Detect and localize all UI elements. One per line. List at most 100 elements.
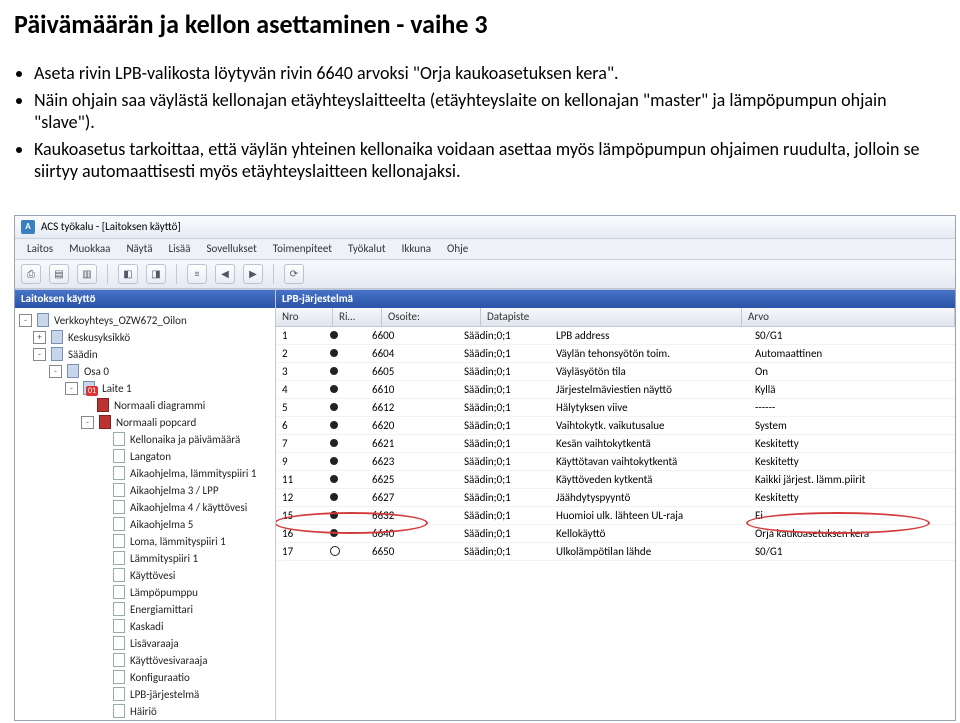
tool-btn-4[interactable]: ◧: [118, 264, 138, 284]
tree-row[interactable]: Konfiguraatio: [15, 669, 275, 686]
tree-row[interactable]: Lämpöpumppu: [15, 584, 275, 601]
tree-expander: [97, 536, 108, 547]
cell-osoite: 6627: [366, 491, 458, 504]
cell-osoite: 6625: [366, 473, 458, 486]
menu-item[interactable]: Ohje: [439, 240, 476, 257]
tree-row[interactable]: Lämmityspiiri 1: [15, 550, 275, 567]
tree-expander[interactable]: -: [33, 348, 46, 361]
tree-row[interactable]: Käyttövesi: [15, 567, 275, 584]
grid-body[interactable]: 16600Säädin;0;1LPB addressS0/G126604Sääd…: [276, 327, 955, 720]
grid-row[interactable]: 76621Säädin;0;1Kesän vaihtokytkentäKeski…: [276, 435, 955, 453]
grid-header: Nro Ri… Osoite: Datapiste Arvo: [276, 308, 955, 327]
menu-item[interactable]: Laitos: [19, 240, 61, 257]
tree-view[interactable]: - Verkkoyhteys_OZW672_Oilon +Keskusyksikkö…: [15, 308, 275, 720]
cell-address: Säädin;0;1: [458, 473, 550, 486]
tree-row[interactable]: +Keskusyksikkö: [15, 329, 275, 346]
tree-row[interactable]: -Normaali popcard: [15, 414, 275, 431]
tool-btn-3[interactable]: ▥: [77, 264, 97, 284]
tree-expander: [97, 706, 108, 717]
tree-pane: Laitoksen käyttö - Verkkoyhteys_OZW672_Oi…: [15, 290, 276, 720]
menu-item[interactable]: Muokkaa: [61, 240, 118, 257]
tree-label: Aikaohjelma, lämmityspiiri 1: [130, 467, 256, 480]
refresh-icon[interactable]: ⟳: [284, 264, 304, 284]
grid-row[interactable]: 156632Säädin;0;1Huomioi ulk. lähteen UL-…: [276, 507, 955, 525]
tree-expander[interactable]: -: [49, 365, 62, 378]
tree-row[interactable]: Aikaohjelma 3 / LPP: [15, 482, 275, 499]
tree-expander[interactable]: -: [65, 382, 78, 395]
page-icon: [112, 620, 126, 632]
back-icon[interactable]: ◀: [215, 264, 235, 284]
tree-row[interactable]: Kellonaika ja päivämäärä: [15, 431, 275, 448]
tree-expander: [97, 502, 108, 513]
tree-row[interactable]: -Säädin: [15, 346, 275, 363]
cell-arvo: ------: [749, 401, 955, 414]
tree-row[interactable]: - Verkkoyhteys_OZW672_Oilon: [15, 312, 275, 329]
tool-btn-5[interactable]: ◨: [146, 264, 166, 284]
tree-row[interactable]: Aikaohjelma, lämmityspiiri 1: [15, 465, 275, 482]
tree-row[interactable]: -Osa 0: [15, 363, 275, 380]
menu-item[interactable]: Työkalut: [340, 240, 394, 257]
page-icon: [112, 501, 126, 513]
tree-expander[interactable]: -: [19, 314, 32, 327]
tree-expander[interactable]: -: [81, 416, 94, 429]
tree-expander: [97, 655, 108, 666]
tree-row[interactable]: Aikaohjelma 5: [15, 516, 275, 533]
dev-icon: [50, 348, 64, 360]
grid-row[interactable]: 176650Säädin;0;1Ulkolämpötilan lähdeS0/G…: [276, 543, 955, 561]
tree-label: Aikaohjelma 4 / käyttövesi: [130, 501, 247, 514]
tree-row[interactable]: Lisävaraaja: [15, 635, 275, 652]
print-icon[interactable]: ⎙: [21, 264, 41, 284]
tree-row[interactable]: Käyttövesivaraaja: [15, 652, 275, 669]
tree-row[interactable]: LPB-järjestelmä: [15, 686, 275, 703]
titlebar[interactable]: A ACS työkalu - [Laitoksen käyttö]: [15, 216, 955, 239]
menu-item[interactable]: Näytä: [118, 240, 160, 257]
left-pane-title: Laitoksen käyttö: [15, 290, 275, 308]
menu-item[interactable]: Ikkuna: [394, 240, 439, 257]
app-window: A ACS työkalu - [Laitoksen käyttö] Laito…: [14, 215, 956, 721]
tool-btn-6[interactable]: ≡: [187, 264, 207, 284]
tree-row[interactable]: Loma, lämmityspiiri 1: [15, 533, 275, 550]
cell-status-icon: [326, 349, 366, 357]
tool-btn-2[interactable]: ▤: [49, 264, 69, 284]
cell-address: Säädin;0;1: [458, 401, 550, 414]
tree-row[interactable]: Kaskadi: [15, 618, 275, 635]
grid-row[interactable]: 116625Säädin;0;1Käyttöveden kytkentäKaik…: [276, 471, 955, 489]
dev-icon: [50, 331, 64, 343]
tree-row[interactable]: Häiriö: [15, 703, 275, 720]
tree-label: Verkkoyhteys_OZW672_Oilon: [54, 314, 187, 327]
menubar: LaitosMuokkaaNäytäLisääSovelluksetToimen…: [15, 239, 955, 260]
grid-row[interactable]: 46610Säädin;0;1Järjestelmäviestien näytt…: [276, 381, 955, 399]
tree-row[interactable]: Normaali diagrammi: [15, 397, 275, 414]
page-icon: [112, 569, 126, 581]
col-datapiste[interactable]: Datapiste: [481, 308, 742, 326]
cell-datapiste: Väyläsyötön tila: [550, 365, 749, 378]
tree-row[interactable]: -01Laite 1: [15, 380, 275, 397]
cell-address: Säädin;0;1: [458, 545, 550, 558]
forward-icon[interactable]: ▶: [243, 264, 263, 284]
tree-label: Lämpöpumppu: [130, 586, 198, 599]
tree-row[interactable]: Energiamittari: [15, 601, 275, 618]
cell-arvo: S0/G1: [749, 545, 955, 558]
grid-row[interactable]: 36605Säädin;0;1Väyläsyötön tilaOn: [276, 363, 955, 381]
grid-row[interactable]: 56612Säädin;0;1Hälytyksen viive------: [276, 399, 955, 417]
tree-label: Aikaohjelma 5: [130, 518, 193, 531]
grid-row[interactable]: 16600Säädin;0;1LPB addressS0/G1: [276, 327, 955, 345]
cell-nro: 4: [276, 383, 326, 396]
col-osoite[interactable]: Osoite:: [382, 308, 481, 326]
grid-row[interactable]: 66620Säädin;0;1Vaihtokytk. vaikutusalueS…: [276, 417, 955, 435]
grid-row[interactable]: 126627Säädin;0;1JäähdytyspyyntöKeskitett…: [276, 489, 955, 507]
menu-item[interactable]: Sovellukset: [198, 240, 264, 257]
cell-nro: 3: [276, 365, 326, 378]
tree-expander[interactable]: +: [33, 331, 46, 344]
tree-row[interactable]: Langaton: [15, 448, 275, 465]
menu-item[interactable]: Lisää: [160, 240, 198, 257]
col-ri[interactable]: Ri…: [333, 308, 382, 326]
menu-item[interactable]: Toimenpiteet: [265, 240, 340, 257]
cell-datapiste: Hälytyksen viive: [550, 401, 749, 414]
grid-row[interactable]: 166640Säädin;0;1KellokäyttöOrja kaukoase…: [276, 525, 955, 543]
tree-row[interactable]: Aikaohjelma 4 / käyttövesi: [15, 499, 275, 516]
grid-row[interactable]: 26604Säädin;0;1Väylän tehonsyötön toim.A…: [276, 345, 955, 363]
col-nro[interactable]: Nro: [276, 308, 333, 326]
col-arvo[interactable]: Arvo: [742, 308, 955, 326]
grid-row[interactable]: 96623Säädin;0;1Käyttötavan vaihtokytkent…: [276, 453, 955, 471]
